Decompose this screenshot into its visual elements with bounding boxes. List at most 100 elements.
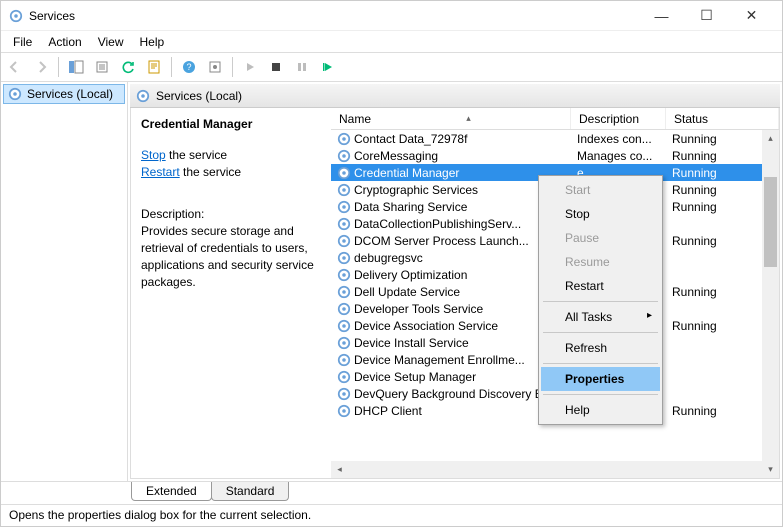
table-row[interactable]: CoreMessagingManages co...Running [331, 147, 779, 164]
properties-toolbar-button[interactable] [142, 55, 166, 79]
description-text: Provides secure storage and retrieval of… [141, 223, 321, 290]
ctx-pause: Pause [541, 226, 660, 250]
pane-title: Services (Local) [156, 89, 242, 103]
scroll-up-icon[interactable]: ▴ [762, 130, 779, 147]
gear-icon [337, 251, 351, 265]
minimize-button[interactable]: — [639, 1, 684, 31]
column-description[interactable]: Description [571, 108, 666, 129]
scroll-down-icon[interactable]: ▾ [762, 461, 779, 478]
service-name: Device Install Service [354, 336, 469, 350]
service-name: Device Management Enrollme... [354, 353, 525, 367]
status-bar: Opens the properties dialog box for the … [1, 504, 782, 526]
stop-service-button[interactable] [264, 55, 288, 79]
service-name: Device Association Service [354, 319, 498, 333]
menu-action[interactable]: Action [40, 33, 89, 51]
column-status[interactable]: Status [666, 108, 779, 129]
gear-icon [337, 149, 351, 163]
pane-header: Services (Local) [130, 84, 780, 108]
service-description: Indexes con... [571, 132, 666, 146]
column-name[interactable]: Name▴ [331, 108, 571, 129]
service-name: Credential Manager [354, 166, 459, 180]
console-tree: Services (Local) [1, 82, 128, 481]
gear-icon [337, 285, 351, 299]
title-bar: Services — ☐ ✕ [1, 1, 782, 31]
service-name: DCOM Server Process Launch... [354, 234, 529, 248]
gear-icon [337, 234, 351, 248]
tab-extended[interactable]: Extended [131, 482, 212, 501]
sort-asc-icon: ▴ [466, 113, 471, 124]
toolbar: ? [1, 52, 782, 82]
ctx-properties[interactable]: Properties [541, 367, 660, 391]
show-hide-tree-button[interactable] [64, 55, 88, 79]
help-button[interactable]: ? [177, 55, 201, 79]
content-area: Services (Local) Services (Local) Creden… [1, 82, 782, 482]
tree-node-services-local[interactable]: Services (Local) [3, 84, 125, 104]
selected-service-name: Credential Manager [141, 117, 252, 131]
ctx-help[interactable]: Help [541, 398, 660, 422]
stop-link[interactable]: Stop [141, 148, 166, 162]
ctx-refresh[interactable]: Refresh [541, 336, 660, 360]
service-name: Cryptographic Services [354, 183, 478, 197]
vertical-scrollbar[interactable]: ▴ ▾ [762, 130, 779, 478]
close-button[interactable]: ✕ [729, 1, 774, 31]
restart-link[interactable]: Restart [141, 165, 180, 179]
ctx-restart[interactable]: Restart [541, 274, 660, 298]
gear-icon [337, 132, 351, 146]
menu-file[interactable]: File [5, 33, 40, 51]
context-menu: Start Stop Pause Resume Restart All Task… [538, 175, 663, 425]
ctx-resume: Resume [541, 250, 660, 274]
back-button[interactable] [3, 55, 27, 79]
gear-icon [8, 87, 22, 101]
refresh-button[interactable] [116, 55, 140, 79]
menu-view[interactable]: View [90, 33, 132, 51]
service-name: Data Sharing Service [354, 200, 467, 214]
pause-service-button[interactable] [290, 55, 314, 79]
tab-standard[interactable]: Standard [211, 482, 290, 501]
help2-button[interactable] [203, 55, 227, 79]
svg-text:?: ? [186, 62, 191, 72]
scroll-thumb[interactable] [764, 177, 777, 267]
service-name: DataCollectionPublishingServ... [354, 217, 521, 231]
ctx-all-tasks[interactable]: All Tasks▸ [541, 305, 660, 329]
tree-node-label: Services (Local) [27, 87, 113, 101]
service-name: Dell Update Service [354, 285, 460, 299]
app-icon [9, 9, 23, 23]
restart-service-button[interactable] [316, 55, 340, 79]
service-name: Delivery Optimization [354, 268, 467, 282]
gear-icon [337, 404, 351, 418]
menu-help[interactable]: Help [132, 33, 173, 51]
ctx-start: Start [541, 178, 660, 202]
gear-icon [136, 89, 150, 103]
result-pane: Services (Local) Credential Manager Stop… [128, 82, 782, 481]
maximize-button[interactable]: ☐ [684, 1, 729, 31]
gear-icon [337, 370, 351, 384]
chevron-right-icon: ▸ [647, 310, 652, 321]
gear-icon [337, 319, 351, 333]
forward-button[interactable] [29, 55, 53, 79]
service-name: debugregsvc [354, 251, 423, 265]
gear-icon [337, 336, 351, 350]
horizontal-scrollbar[interactable]: ◂ ▸ [331, 461, 779, 478]
gear-icon [337, 353, 351, 367]
service-name: Developer Tools Service [354, 302, 483, 316]
view-tabs: Extended Standard [1, 482, 782, 504]
window-title: Services [29, 9, 639, 23]
service-name: DHCP Client [354, 404, 422, 418]
service-name: CoreMessaging [354, 149, 438, 163]
scroll-left-icon[interactable]: ◂ [331, 464, 348, 475]
service-name: Contact Data_72978f [354, 132, 467, 146]
service-description: Manages co... [571, 149, 666, 163]
gear-icon [337, 166, 351, 180]
export-list-button[interactable] [90, 55, 114, 79]
gear-icon [337, 200, 351, 214]
list-header: Name▴ Description Status [331, 108, 779, 130]
start-service-button[interactable] [238, 55, 262, 79]
service-name: Device Setup Manager [354, 370, 476, 384]
gear-icon [337, 387, 351, 401]
ctx-stop[interactable]: Stop [541, 202, 660, 226]
menu-bar: File Action View Help [1, 31, 782, 52]
table-row[interactable]: Contact Data_72978fIndexes con...Running [331, 130, 779, 147]
gear-icon [337, 217, 351, 231]
detail-panel: Credential Manager Stop the service Rest… [131, 108, 331, 478]
gear-icon [337, 302, 351, 316]
